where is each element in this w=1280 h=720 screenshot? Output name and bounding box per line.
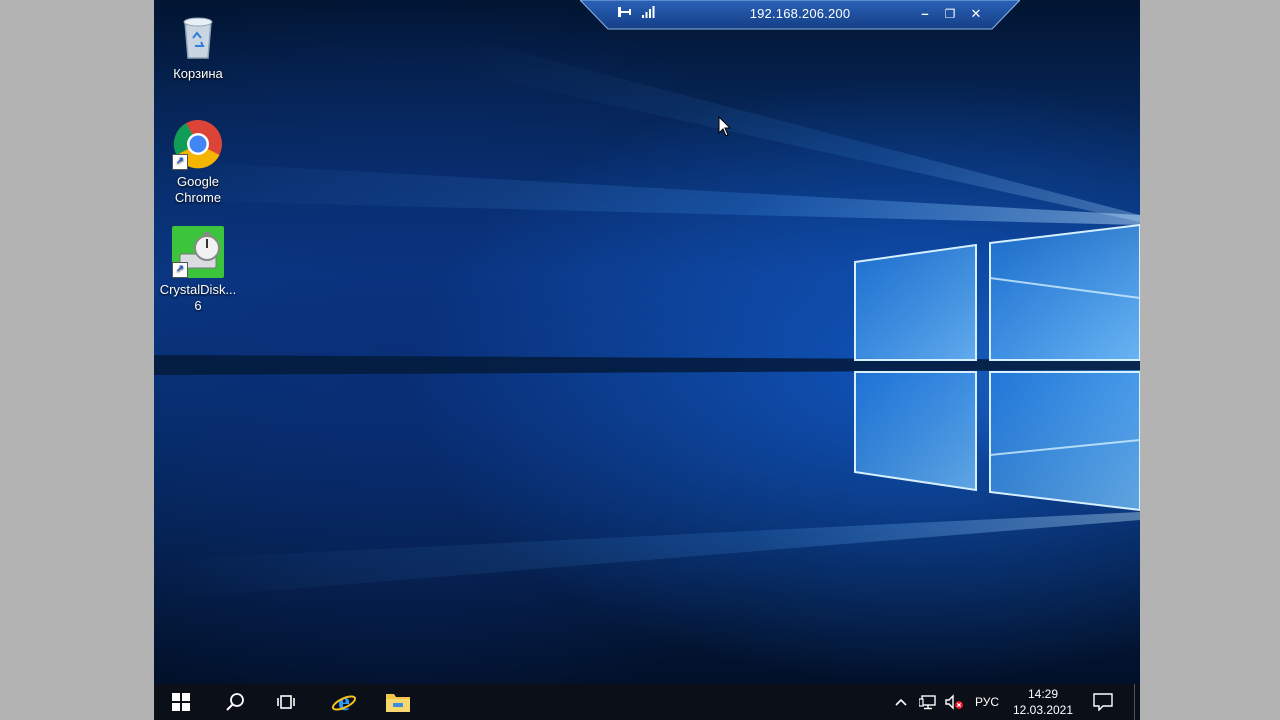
- search-button[interactable]: [218, 684, 252, 720]
- crystaldiskmark-icon: ↗: [172, 226, 224, 278]
- shortcut-arrow-icon: ↗: [172, 262, 188, 278]
- wallpaper: [154, 40, 1140, 600]
- show-desktop-button[interactable]: [1134, 684, 1140, 720]
- network-icon: [919, 695, 936, 710]
- desktop-icon-label: CrystalDisk... 6: [159, 282, 237, 313]
- shortcut-arrow-icon: ↗: [172, 154, 188, 170]
- volume-button[interactable]: [942, 684, 966, 720]
- show-hidden-icons-button[interactable]: [890, 684, 912, 720]
- file-explorer-icon: [386, 694, 410, 712]
- close-icon: ✕: [970, 6, 982, 21]
- mouse-cursor-icon: [718, 116, 732, 137]
- minimize-icon: –: [921, 6, 929, 21]
- internet-explorer-icon: e: [331, 689, 357, 715]
- input-language-indicator[interactable]: РУС: [970, 684, 1004, 720]
- screen-frame: Корзина ↗ Google Chrome ↗ CrystalDisk...…: [0, 0, 1280, 720]
- chrome-icon: ↗: [172, 118, 224, 170]
- clock-time: 14:29: [1027, 687, 1059, 701]
- rdp-close-button[interactable]: ✕: [967, 5, 985, 23]
- start-button[interactable]: [164, 684, 198, 720]
- network-status-button[interactable]: [916, 684, 940, 720]
- rdp-minimize-button[interactable]: –: [916, 5, 934, 23]
- task-view-button[interactable]: [270, 684, 304, 720]
- notification-icon: [1093, 693, 1113, 711]
- svg-text:e: e: [338, 689, 350, 715]
- desktop-icon-crystaldiskmark[interactable]: ↗ CrystalDisk... 6: [154, 226, 243, 314]
- internet-explorer-button[interactable]: e: [326, 684, 362, 720]
- restore-icon: ❐: [944, 7, 956, 21]
- chevron-up-icon: [895, 698, 907, 706]
- action-center-button[interactable]: [1088, 684, 1118, 720]
- desktop-icon-google-chrome[interactable]: ↗ Google Chrome: [154, 118, 243, 206]
- start-icon: [172, 693, 190, 711]
- task-view-icon: [277, 695, 295, 709]
- remote-desktop[interactable]: Корзина ↗ Google Chrome ↗ CrystalDisk...…: [154, 0, 1140, 720]
- rdp-connection-bar[interactable]: 192.168.206.200 – ❐ ✕: [580, 0, 1020, 30]
- clock[interactable]: 14:29 12.03.2021: [1008, 686, 1078, 718]
- desktop-icon-label: Корзина: [173, 66, 223, 81]
- volume-muted-icon: [945, 694, 963, 710]
- clock-date: 12.03.2021: [1012, 703, 1074, 717]
- search-icon: [226, 693, 244, 711]
- desktop-icon-recycle-bin[interactable]: Корзина: [154, 10, 243, 82]
- rdp-restore-button[interactable]: ❐: [941, 5, 959, 23]
- desktop-icon-label: Google Chrome: [174, 174, 222, 205]
- recycle-bin-icon: [172, 10, 224, 62]
- taskbar: e РУС 14:29 12.03.2021: [154, 684, 1140, 720]
- file-explorer-button[interactable]: [380, 684, 416, 720]
